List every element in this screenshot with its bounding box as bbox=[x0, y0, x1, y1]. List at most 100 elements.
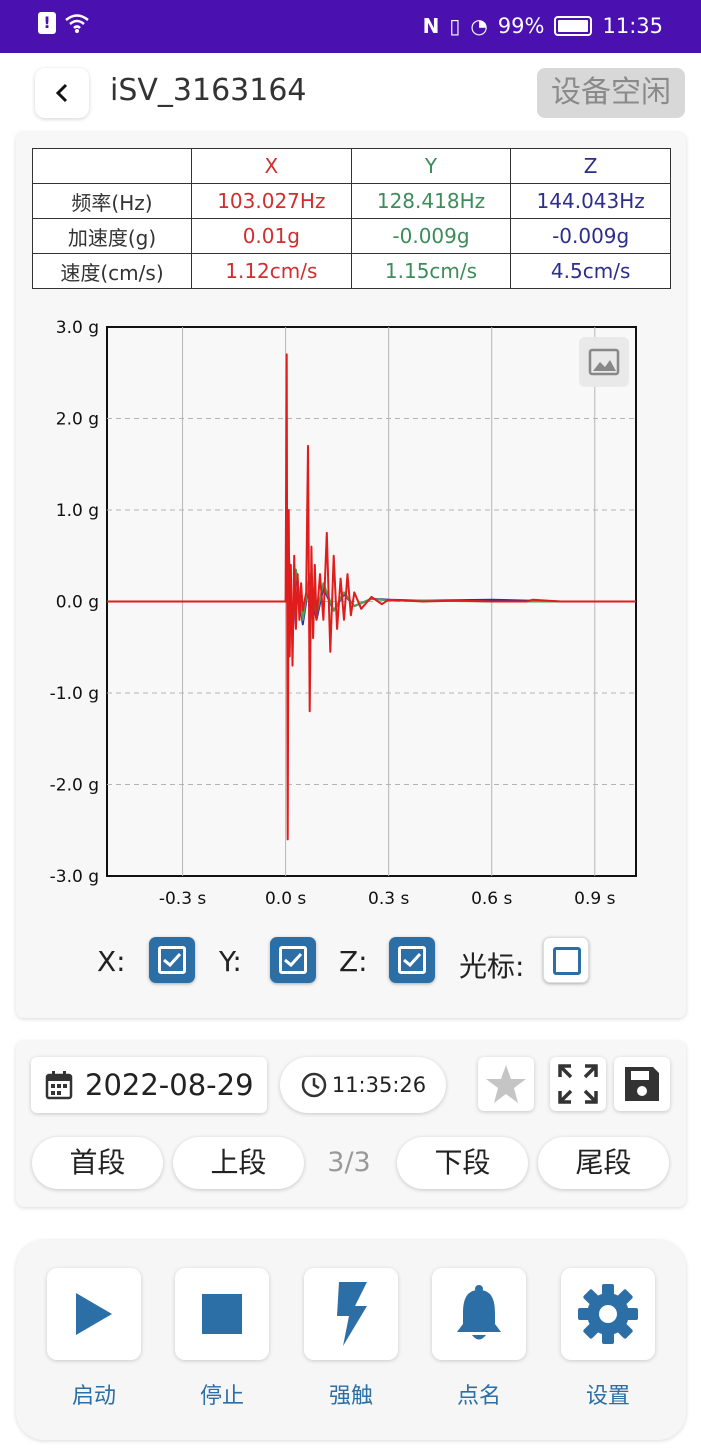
stop-tool[interactable]: 停止 bbox=[175, 1268, 269, 1410]
cell-frequency-z: 144.043Hz bbox=[510, 183, 671, 219]
y-tick-label: 0.0 g bbox=[56, 593, 99, 613]
cell-velocity-z: 4.5cm/s bbox=[510, 253, 671, 289]
cell-frequency-y: 128.418Hz bbox=[350, 183, 512, 219]
roll-call-button[interactable] bbox=[432, 1268, 526, 1360]
first-segment-button[interactable]: 首段 bbox=[32, 1137, 163, 1189]
y-checkbox[interactable] bbox=[270, 937, 316, 983]
next-segment-button[interactable]: 下段 bbox=[397, 1137, 528, 1189]
waveform-chart[interactable]: 3.0 g 2.0 g 1.0 g 0.0 g -1.0 g -2.0 g -3.0 g -… bbox=[16, 312, 686, 912]
cell-velocity-x: 1.12cm/s bbox=[191, 253, 352, 289]
table-row: 频率(Hz) 103.027Hz 128.418Hz 144.043Hz bbox=[32, 183, 671, 219]
fullscreen-button[interactable] bbox=[550, 1057, 606, 1111]
back-button[interactable] bbox=[35, 68, 89, 118]
nfc-icon: N bbox=[422, 14, 440, 38]
x-tick-label: 0.0 s bbox=[265, 889, 306, 909]
y-tick-label: -3.0 g bbox=[50, 867, 99, 887]
y-toggle-label: Y: bbox=[219, 945, 242, 978]
waveform-chart-svg[interactable]: 3.0 g 2.0 g 1.0 g 0.0 g -1.0 g -2.0 g -3.0 g -… bbox=[16, 312, 686, 912]
time-picker[interactable]: 11:35:26 bbox=[280, 1057, 446, 1113]
x-tick-label: 0.3 s bbox=[368, 889, 409, 909]
start-tool[interactable]: 启动 bbox=[47, 1268, 141, 1410]
device-status-button[interactable]: 设备空闲 bbox=[537, 68, 685, 118]
cell-velocity-y: 1.15cm/s bbox=[350, 253, 512, 289]
save-button[interactable] bbox=[614, 1057, 670, 1111]
clock-icon bbox=[301, 1072, 327, 1098]
data-saver-icon: ◔ bbox=[470, 14, 488, 38]
force-trigger-label: 强触 bbox=[328, 1384, 373, 1409]
column-header-x: X bbox=[191, 148, 352, 184]
column-header-y: Y bbox=[350, 148, 512, 184]
column-header-z: Z bbox=[510, 148, 671, 184]
date-value: 2022-08-29 bbox=[85, 1068, 254, 1102]
table-header-row: X Y Z bbox=[32, 148, 671, 184]
channel-toggles: X: Y: Z: 光标: bbox=[16, 937, 686, 987]
checkmark-icon bbox=[284, 952, 303, 968]
cell-acceleration-y: -0.009g bbox=[350, 218, 512, 254]
status-bar: ! N ▯ ◔ 99% 11:35 bbox=[0, 0, 701, 53]
calendar-icon bbox=[45, 1071, 73, 1100]
snapshot-button[interactable] bbox=[579, 337, 629, 387]
chevron-left-icon bbox=[55, 83, 68, 103]
vibrate-icon: ▯ bbox=[449, 14, 461, 38]
checkmark-icon bbox=[403, 952, 422, 968]
start-button[interactable] bbox=[47, 1268, 141, 1360]
x-toggle-label: X: bbox=[97, 945, 126, 978]
last-segment-button[interactable]: 尾段 bbox=[538, 1137, 669, 1189]
battery-icon bbox=[554, 16, 593, 36]
clock: 11:35 bbox=[602, 14, 663, 38]
start-label: 启动 bbox=[71, 1384, 116, 1409]
x-tick-label: -0.3 s bbox=[159, 889, 207, 909]
row-label-acceleration: 加速度(g) bbox=[32, 218, 192, 254]
fullscreen-icon bbox=[558, 1064, 598, 1104]
cell-acceleration-z: -0.009g bbox=[510, 218, 671, 254]
star-icon bbox=[486, 1065, 526, 1103]
toolbar-buttons: 启动 停止 强触 点名 设置 bbox=[47, 1268, 657, 1428]
cell-frequency-x: 103.027Hz bbox=[191, 183, 352, 219]
y-tick-label: 1.0 g bbox=[56, 501, 99, 521]
roll-call-label: 点名 bbox=[456, 1384, 501, 1409]
waveform-card: X Y Z 频率(Hz) 103.027Hz 128.418Hz 144.043… bbox=[16, 132, 686, 1018]
x-tick-label: 0.9 s bbox=[574, 889, 615, 909]
force-trigger-button[interactable] bbox=[304, 1268, 398, 1360]
header: iSV_3163164 设备空闲 bbox=[0, 53, 701, 131]
z-checkbox[interactable] bbox=[389, 937, 435, 983]
segment-indicator: 3/3 bbox=[327, 1147, 371, 1178]
y-tick-label: 3.0 g bbox=[56, 318, 99, 338]
date-picker[interactable]: 2022-08-29 bbox=[31, 1057, 267, 1113]
table-row: 速度(cm/s) 1.12cm/s 1.15cm/s 4.5cm/s bbox=[32, 253, 671, 289]
table-row: 加速度(g) 0.01g -0.009g -0.009g bbox=[32, 218, 671, 254]
alert-icon: ! bbox=[38, 12, 56, 34]
table-corner-cell bbox=[32, 148, 192, 184]
wifi-icon bbox=[65, 14, 89, 33]
stop-label: 停止 bbox=[199, 1384, 244, 1409]
image-icon bbox=[588, 348, 620, 376]
previous-segment-button[interactable]: 上段 bbox=[173, 1137, 304, 1189]
playback-controls-card: 2022-08-29 11:35:26 首段 上段 3/3 下段 尾段 bbox=[16, 1041, 686, 1207]
y-tick-label: 2.0 g bbox=[56, 410, 99, 430]
settings-tool[interactable]: 设置 bbox=[561, 1268, 655, 1410]
x-tick-label: 0.6 s bbox=[471, 889, 512, 909]
x-checkbox[interactable] bbox=[149, 937, 195, 983]
time-value: 11:35:26 bbox=[331, 1073, 427, 1097]
bottom-toolbar: 启动 停止 强触 点名 设置 bbox=[16, 1240, 686, 1440]
force-trigger-tool[interactable]: 强触 bbox=[304, 1268, 398, 1410]
cell-acceleration-x: 0.01g bbox=[191, 218, 352, 254]
cursor-checkbox[interactable] bbox=[543, 937, 589, 983]
roll-call-tool[interactable]: 点名 bbox=[432, 1268, 526, 1410]
stats-table: X Y Z 频率(Hz) 103.027Hz 128.418Hz 144.043… bbox=[32, 148, 671, 289]
checkmark-icon bbox=[163, 952, 182, 968]
y-tick-label: -2.0 g bbox=[50, 776, 99, 796]
device-title: iSV_3163164 bbox=[110, 73, 307, 108]
favorite-button[interactable] bbox=[478, 1057, 534, 1111]
battery-percent: 99% bbox=[497, 14, 545, 38]
floppy-disk-icon bbox=[625, 1067, 659, 1101]
settings-button[interactable] bbox=[561, 1268, 655, 1360]
bell-icon bbox=[457, 1285, 501, 1340]
stop-button[interactable] bbox=[175, 1268, 269, 1360]
row-label-velocity: 速度(cm/s) bbox=[32, 253, 192, 289]
settings-label: 设置 bbox=[585, 1384, 630, 1409]
row-label-frequency: 频率(Hz) bbox=[32, 183, 192, 219]
play-icon bbox=[76, 1293, 112, 1335]
stop-icon bbox=[202, 1294, 242, 1334]
lightning-icon bbox=[337, 1282, 367, 1346]
